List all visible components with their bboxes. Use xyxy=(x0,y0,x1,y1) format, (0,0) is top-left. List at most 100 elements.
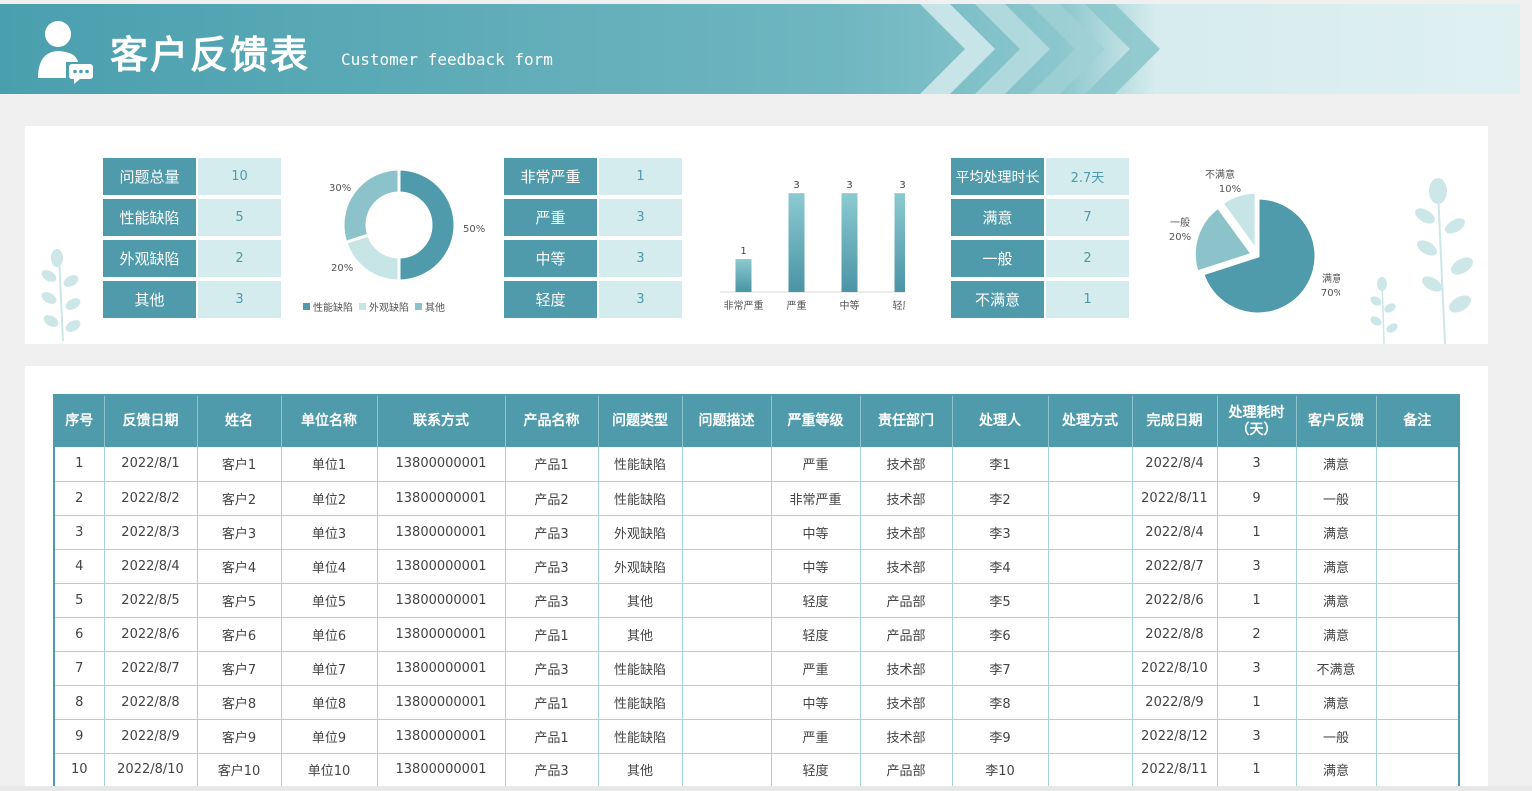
table-cell[interactable]: 13800000001 xyxy=(377,549,506,584)
table-cell[interactable]: 单位8 xyxy=(281,685,378,720)
table-cell[interactable] xyxy=(682,651,772,686)
table-cell[interactable]: 4 xyxy=(54,549,105,584)
table-cell[interactable]: 2022/8/4 xyxy=(104,549,198,584)
table-cell[interactable]: 13800000001 xyxy=(377,617,506,652)
table-cell[interactable]: 2022/8/7 xyxy=(1132,549,1218,584)
table-cell[interactable]: 3 xyxy=(1217,549,1297,584)
table-cell[interactable]: 2022/8/10 xyxy=(104,753,198,788)
table-cell[interactable] xyxy=(1376,617,1459,652)
table-cell[interactable]: 客户1 xyxy=(197,447,282,482)
column-header[interactable]: 联系方式 xyxy=(377,395,506,447)
table-cell[interactable]: 中等 xyxy=(771,549,861,584)
table-cell[interactable] xyxy=(682,719,772,754)
column-header[interactable]: 问题描述 xyxy=(682,395,772,447)
table-cell[interactable]: 其他 xyxy=(598,753,683,788)
table-cell[interactable]: 产品1 xyxy=(505,685,599,720)
table-cell[interactable]: 13800000001 xyxy=(377,447,506,482)
table-cell[interactable]: 严重 xyxy=(771,719,861,754)
table-cell[interactable]: 2 xyxy=(1217,617,1297,652)
table-cell[interactable]: 单位10 xyxy=(281,753,378,788)
table-cell[interactable]: 2022/8/9 xyxy=(1132,685,1218,720)
table-cell[interactable]: 李1 xyxy=(952,447,1049,482)
table-cell[interactable] xyxy=(682,549,772,584)
table-cell[interactable]: 满意 xyxy=(1296,753,1377,788)
table-cell[interactable]: 满意 xyxy=(1296,515,1377,550)
table-cell[interactable]: 13800000001 xyxy=(377,583,506,618)
column-header[interactable]: 备注 xyxy=(1376,395,1459,447)
table-cell[interactable] xyxy=(1376,447,1459,482)
table-cell[interactable]: 9 xyxy=(1217,481,1297,516)
table-cell[interactable]: 客户6 xyxy=(197,617,282,652)
table-cell[interactable]: 技术部 xyxy=(860,685,953,720)
table-cell[interactable]: 1 xyxy=(1217,515,1297,550)
table-cell[interactable]: 1 xyxy=(1217,583,1297,618)
table-cell[interactable] xyxy=(1048,481,1133,516)
table-cell[interactable]: 产品1 xyxy=(505,617,599,652)
table-cell[interactable]: 产品1 xyxy=(505,719,599,754)
table-cell[interactable]: 2022/8/11 xyxy=(1132,753,1218,788)
table-cell[interactable] xyxy=(1048,617,1133,652)
table-cell[interactable]: 李10 xyxy=(952,753,1049,788)
column-header[interactable]: 处理人 xyxy=(952,395,1049,447)
column-header[interactable]: 单位名称 xyxy=(281,395,378,447)
table-cell[interactable]: 单位6 xyxy=(281,617,378,652)
table-cell[interactable]: 1 xyxy=(1217,685,1297,720)
table-cell[interactable] xyxy=(1048,447,1133,482)
table-cell[interactable]: 轻度 xyxy=(771,753,861,788)
table-cell[interactable] xyxy=(682,685,772,720)
table-cell[interactable] xyxy=(1376,515,1459,550)
table-cell[interactable]: 2022/8/6 xyxy=(1132,583,1218,618)
table-cell[interactable]: 2022/8/12 xyxy=(1132,719,1218,754)
table-cell[interactable]: 中等 xyxy=(771,685,861,720)
table-cell[interactable]: 6 xyxy=(54,617,105,652)
table-cell[interactable]: 产品3 xyxy=(505,515,599,550)
table-cell[interactable]: 13800000001 xyxy=(377,481,506,516)
table-cell[interactable]: 9 xyxy=(54,719,105,754)
table-cell[interactable] xyxy=(1376,481,1459,516)
table-cell[interactable]: 李9 xyxy=(952,719,1049,754)
table-cell[interactable]: 2 xyxy=(54,481,105,516)
table-cell[interactable] xyxy=(1376,549,1459,584)
table-cell[interactable]: 李6 xyxy=(952,617,1049,652)
table-cell[interactable]: 2022/8/3 xyxy=(104,515,198,550)
table-cell[interactable]: 满意 xyxy=(1296,447,1377,482)
table-cell[interactable]: 3 xyxy=(1217,447,1297,482)
table-cell[interactable]: 其他 xyxy=(598,617,683,652)
table-cell[interactable]: 产品3 xyxy=(505,651,599,686)
table-cell[interactable]: 5 xyxy=(54,583,105,618)
table-cell[interactable]: 技术部 xyxy=(860,481,953,516)
column-header[interactable]: 处理耗时 （天） xyxy=(1217,395,1297,447)
table-cell[interactable] xyxy=(1376,583,1459,618)
table-cell[interactable] xyxy=(1376,651,1459,686)
table-cell[interactable]: 2022/8/10 xyxy=(1132,651,1218,686)
table-cell[interactable]: 其他 xyxy=(598,583,683,618)
table-cell[interactable] xyxy=(1048,515,1133,550)
table-cell[interactable]: 13800000001 xyxy=(377,651,506,686)
table-cell[interactable]: 2022/8/6 xyxy=(104,617,198,652)
table-cell[interactable]: 非常严重 xyxy=(771,481,861,516)
table-cell[interactable] xyxy=(1376,753,1459,788)
column-header[interactable]: 产品名称 xyxy=(505,395,599,447)
table-cell[interactable]: 性能缺陷 xyxy=(598,447,683,482)
table-cell[interactable]: 技术部 xyxy=(860,515,953,550)
table-cell[interactable]: 单位2 xyxy=(281,481,378,516)
table-cell[interactable]: 严重 xyxy=(771,447,861,482)
table-cell[interactable]: 李3 xyxy=(952,515,1049,550)
table-cell[interactable]: 2022/8/2 xyxy=(104,481,198,516)
table-cell[interactable]: 2022/8/1 xyxy=(104,447,198,482)
table-cell[interactable]: 2022/8/5 xyxy=(104,583,198,618)
table-cell[interactable]: 李5 xyxy=(952,583,1049,618)
table-cell[interactable]: 产品部 xyxy=(860,617,953,652)
table-cell[interactable]: 性能缺陷 xyxy=(598,481,683,516)
table-cell[interactable] xyxy=(682,481,772,516)
table-cell[interactable]: 轻度 xyxy=(771,617,861,652)
table-cell[interactable]: 客户2 xyxy=(197,481,282,516)
table-cell[interactable]: 3 xyxy=(1217,651,1297,686)
table-cell[interactable] xyxy=(682,753,772,788)
table-cell[interactable]: 客户8 xyxy=(197,685,282,720)
table-cell[interactable]: 13800000001 xyxy=(377,753,506,788)
table-cell[interactable]: 性能缺陷 xyxy=(598,685,683,720)
table-cell[interactable] xyxy=(1376,719,1459,754)
column-header[interactable]: 反馈日期 xyxy=(104,395,198,447)
table-cell[interactable]: 单位5 xyxy=(281,583,378,618)
